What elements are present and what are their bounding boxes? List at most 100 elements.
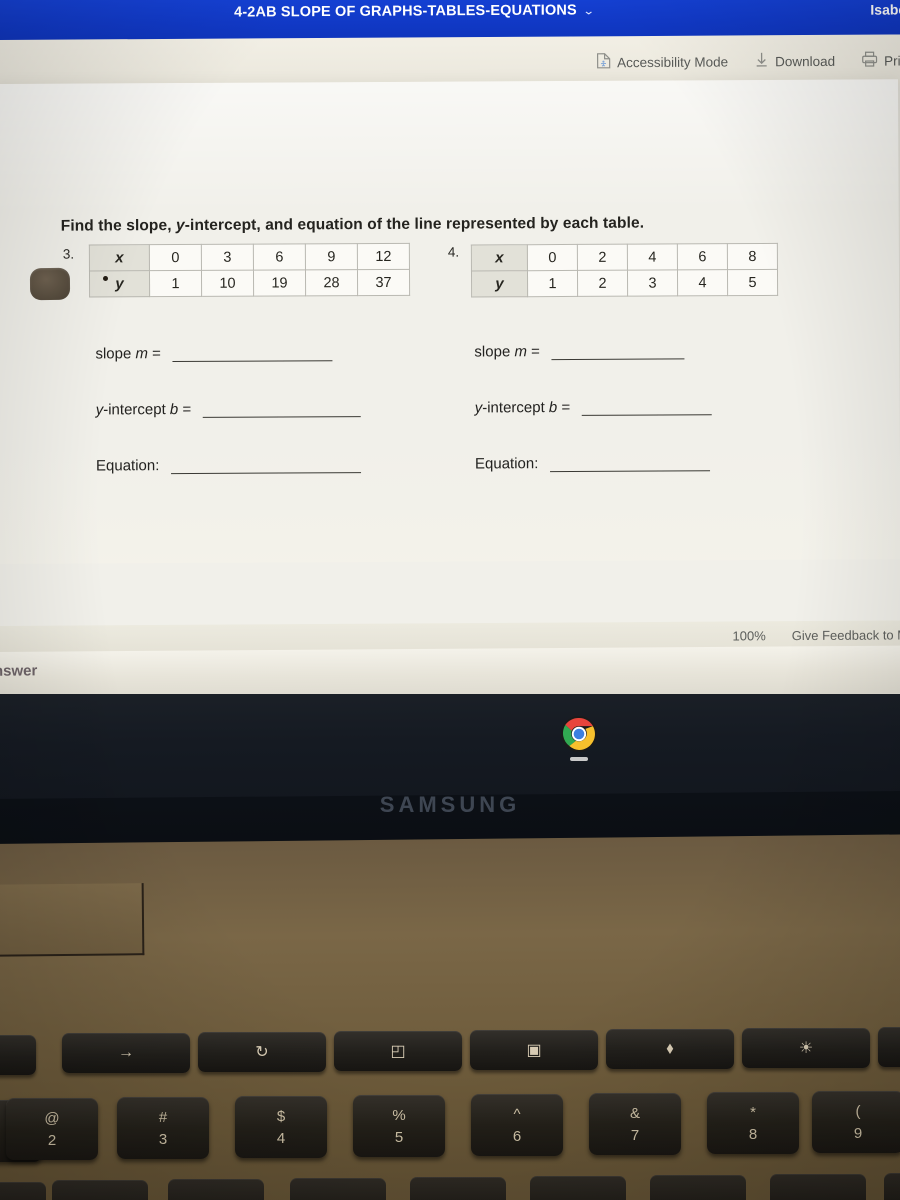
chrome-icon-indicator: [570, 757, 588, 761]
problem-3-yintercept-field[interactable]: y-intercept b =: [96, 400, 361, 418]
equation-label: Equation:: [474, 455, 539, 473]
cell-y-3: 28: [305, 269, 358, 296]
key-6[interactable]: ^ 6: [471, 1094, 563, 1156]
cell-x-0: 0: [527, 244, 578, 271]
letter-key-partial[interactable]: [770, 1174, 866, 1200]
give-feedback-link[interactable]: Give Feedback to M: [792, 627, 900, 643]
yintercept-answer-blank[interactable]: [581, 401, 712, 416]
equation-answer-blank[interactable]: [549, 457, 710, 473]
cell-x-3: 6: [677, 243, 728, 270]
equals-sign: =: [182, 400, 192, 419]
laptop-screen-area: 4-2AB SLOPE OF GRAPHS-TABLES-EQUATIONS ⌄ …: [0, 0, 900, 700]
key-8[interactable]: * 8: [707, 1092, 799, 1154]
problem-3-equation-field[interactable]: Equation:: [96, 456, 361, 474]
table-row: x 0 2 4 6 8: [471, 243, 778, 271]
laptop-hinge-panel: [0, 883, 145, 957]
equals-sign: =: [152, 345, 161, 363]
download-arrow-icon: [754, 51, 769, 71]
letter-key-partial[interactable]: [290, 1178, 386, 1200]
table-row: y 1 10 19 28 37: [89, 269, 410, 297]
chevron-down-icon[interactable]: ⌄: [582, 4, 595, 17]
key-7-symbol: &: [629, 1104, 640, 1122]
key-9-number: 9: [853, 1124, 863, 1142]
yintercept-answer-blank[interactable]: [202, 403, 361, 418]
problem-4-slope-field[interactable]: slope m =: [474, 342, 685, 361]
yintercept-label: -intercept: [103, 401, 166, 419]
key-2[interactable]: @ 2: [6, 1098, 98, 1160]
power-button[interactable]: [29, 267, 71, 301]
worksheet-prompt: Find the slope, y-intercept, and equatio…: [61, 215, 644, 236]
document-title-dropdown[interactable]: 4-2AB SLOPE OF GRAPHS-TABLES-EQUATIONS ⌄: [234, 2, 595, 21]
prompt-prefix: Find the slope,: [60, 217, 177, 235]
key-5-number: 5: [394, 1128, 404, 1146]
letter-key-partial[interactable]: [410, 1177, 506, 1200]
user-account-name[interactable]: Isabel: [870, 1, 900, 17]
reset-pinhole: [103, 276, 108, 281]
fullscreen-key[interactable]: ◰: [334, 1031, 462, 1071]
key-5[interactable]: % 5: [353, 1095, 445, 1157]
keyboard-letter-row-partial: [0, 1168, 900, 1200]
yintercept-variable-y: y: [474, 399, 483, 417]
key-9[interactable]: ( 9: [812, 1091, 900, 1153]
print-button[interactable]: Prin: [861, 50, 900, 70]
brightness-down-key[interactable]: ⬧: [606, 1029, 734, 1069]
problem-4-equation-field[interactable]: Equation:: [475, 454, 710, 472]
problem-4-table: x 0 2 4 6 8 y 1 2 3 4 5: [470, 242, 779, 298]
problem-4-yintercept-field[interactable]: y-intercept b =: [475, 398, 712, 416]
forward-arrow-key[interactable]: →: [62, 1033, 190, 1073]
slope-answer-blank[interactable]: [551, 345, 685, 361]
fullscreen-icon: ◰: [390, 1043, 406, 1060]
prompt-suffix: -intercept, and equation of the line rep…: [184, 214, 645, 234]
brightness-up-key[interactable]: ☀: [742, 1028, 870, 1068]
zoom-level-label[interactable]: 100%: [732, 628, 765, 643]
yintercept-variable-b: b: [548, 399, 558, 417]
slope-answer-blank[interactable]: [172, 347, 333, 363]
document-title-text: 4-2AB SLOPE OF GRAPHS-TABLES-EQUATIONS: [234, 2, 577, 21]
download-button[interactable]: Download: [754, 51, 835, 71]
equals-sign: =: [561, 398, 571, 417]
problem-3-table: x 0 3 6 9 12 y 1 10 19 28 37: [88, 242, 411, 298]
slope-variable-m: m: [135, 345, 148, 363]
cell-y-4: 5: [727, 269, 778, 296]
function-key-partial-right[interactable]: [878, 1027, 900, 1067]
worksheet-page: Find the slope, y-intercept, and equatio…: [0, 79, 900, 629]
cell-y-4: 37: [357, 269, 410, 296]
letter-key-partial[interactable]: [52, 1180, 148, 1200]
prompt-italic-y: y: [175, 216, 185, 235]
yintercept-variable-y: y: [95, 401, 104, 419]
cell-y-3: 4: [677, 269, 728, 296]
cell-x-1: 3: [201, 244, 254, 271]
background-answer-text: nswer: [0, 662, 38, 680]
key-9-symbol: (: [855, 1102, 861, 1120]
screenshot-root: 4-2AB SLOPE OF GRAPHS-TABLES-EQUATIONS ⌄ …: [0, 0, 900, 1200]
letter-key-partial[interactable]: [168, 1179, 264, 1200]
keyboard-number-row: @ 2 # 3 $ 4 % 5 ^ 6 & 7 * 8 ( 9: [0, 1088, 900, 1162]
equation-answer-blank[interactable]: [170, 459, 361, 475]
overview-windows-icon: ▣: [526, 1042, 542, 1059]
accessibility-mode-label: Accessibility Mode: [616, 54, 729, 70]
letter-key-partial[interactable]: [530, 1176, 626, 1200]
key-3[interactable]: # 3: [117, 1097, 209, 1159]
cell-x-0: 0: [149, 244, 202, 271]
letter-key-partial[interactable]: [0, 1182, 46, 1200]
letter-key-partial[interactable]: [650, 1175, 746, 1200]
key-2-symbol: @: [44, 1109, 60, 1127]
problem-number-3: 3.: [62, 246, 75, 262]
accessibility-mode-button[interactable]: Accessibility Mode: [596, 52, 728, 73]
letter-key-partial[interactable]: [884, 1173, 900, 1200]
problem-number-4: 4.: [447, 244, 460, 260]
reload-key[interactable]: ↻: [198, 1032, 326, 1072]
function-key-partial-left[interactable]: [0, 1035, 36, 1075]
row-label-y: y: [471, 270, 528, 297]
key-4[interactable]: $ 4: [235, 1096, 327, 1158]
cell-x-1: 2: [577, 244, 628, 271]
cell-y-0: 1: [527, 270, 578, 297]
printer-icon: [861, 51, 878, 71]
key-6-symbol: ^: [513, 1105, 521, 1123]
problem-3-slope-field[interactable]: slope m =: [95, 344, 333, 363]
row-label-x: x: [471, 244, 528, 271]
key-2-number: 2: [47, 1131, 57, 1149]
overview-windows-key[interactable]: ▣: [470, 1030, 598, 1070]
equation-label: Equation:: [95, 457, 160, 475]
key-7[interactable]: & 7: [589, 1093, 681, 1155]
